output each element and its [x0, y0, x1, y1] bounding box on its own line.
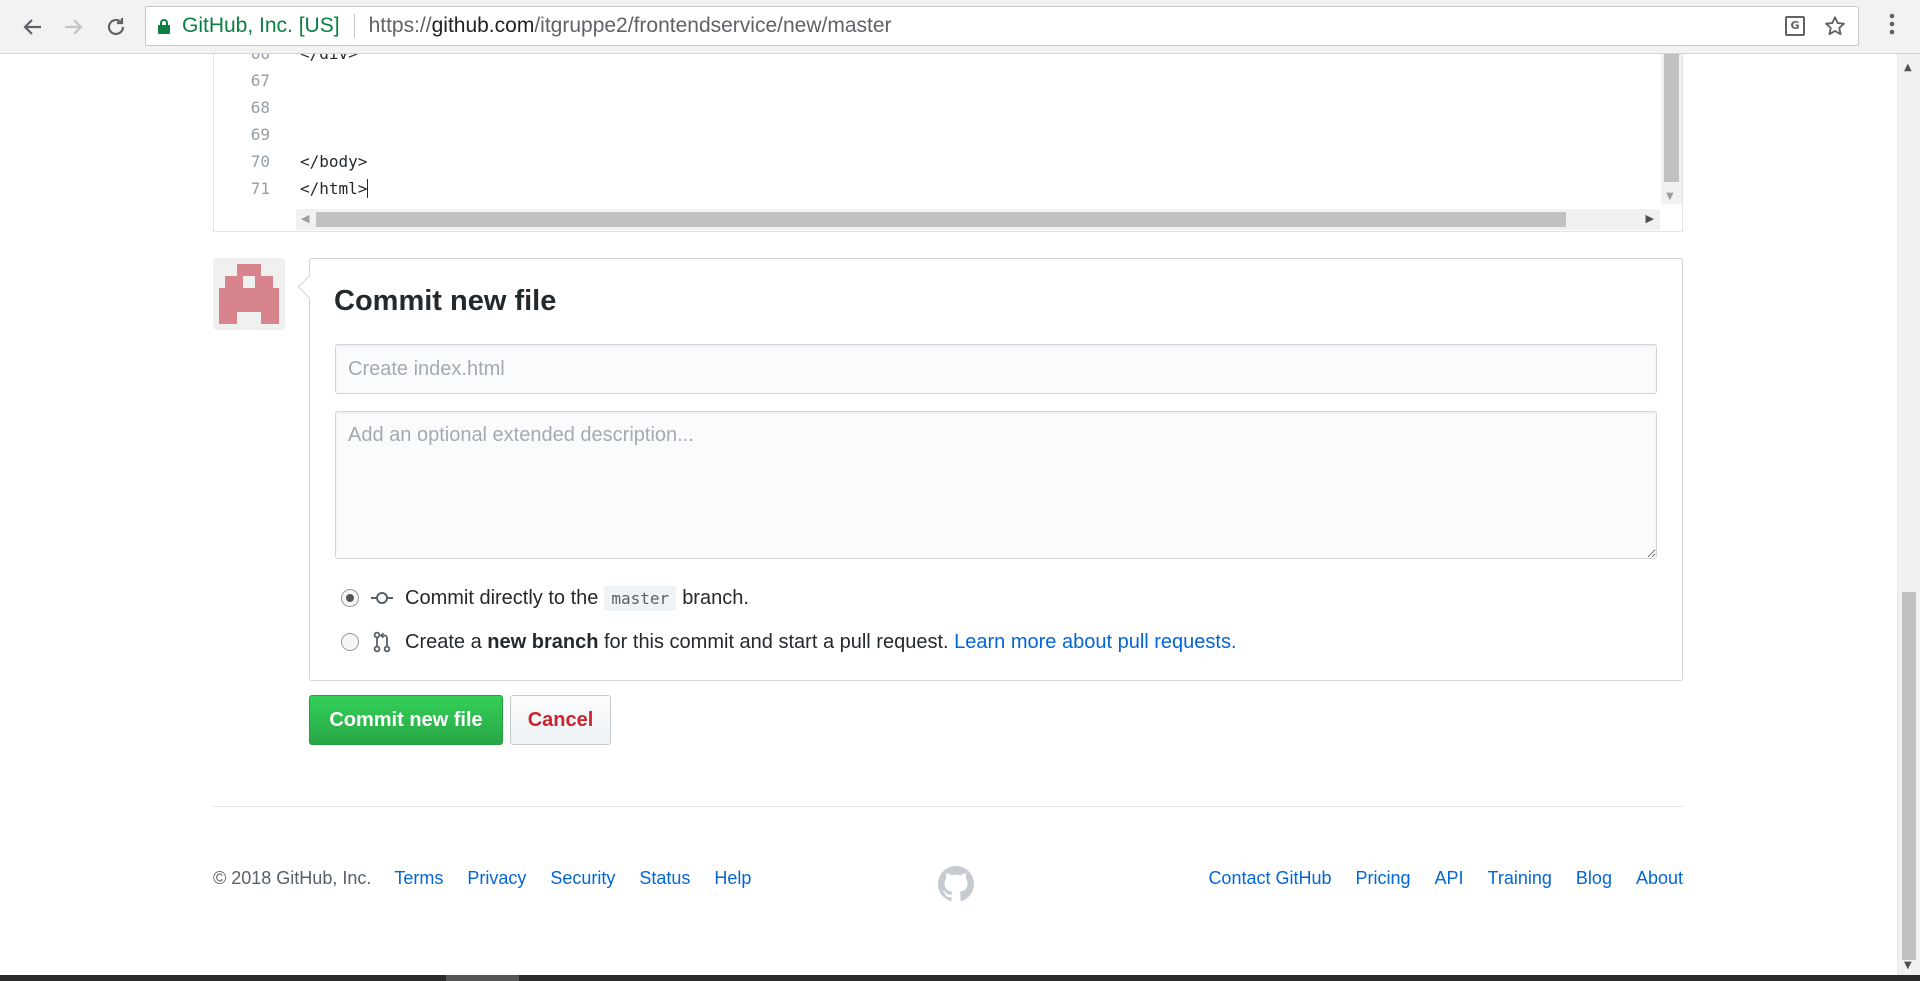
- line-code[interactable]: </div>: [300, 54, 358, 67]
- scroll-down-arrow-icon[interactable]: ▼: [1666, 191, 1674, 202]
- avatar-pixel: [261, 312, 279, 324]
- security-ev-label: GitHub, Inc. [US]: [182, 14, 340, 37]
- scrollbar-thumb[interactable]: [316, 212, 1566, 227]
- commit-new-branch-radio[interactable]: [341, 633, 359, 651]
- footer-link-help[interactable]: Help: [714, 868, 751, 889]
- avatar-pixel: [219, 312, 237, 324]
- line-number: 69: [250, 125, 270, 144]
- line-number: 68: [250, 98, 270, 117]
- taskbar-item[interactable]: [446, 975, 519, 981]
- commit-form: Commit new file Commit directly to thema…: [297, 258, 1683, 681]
- commit-direct-radio[interactable]: [341, 589, 359, 607]
- commit-direct-label: Commit directly to the master branch.: [405, 585, 749, 611]
- scroll-down-arrow-icon[interactable]: ▼: [1904, 960, 1912, 971]
- lock-icon: [158, 18, 170, 34]
- forward-button[interactable]: [57, 10, 91, 44]
- line-number: 67: [250, 71, 270, 90]
- line-number: 70: [250, 152, 270, 171]
- editor-vertical-scrollbar[interactable]: ▼: [1661, 54, 1682, 204]
- omnibox-separator: [353, 14, 355, 38]
- commit-description-input[interactable]: [335, 411, 1657, 559]
- scroll-right-arrow-icon[interactable]: ▶: [1646, 212, 1654, 225]
- url-text[interactable]: https://github.com/itgruppe2/frontendser…: [369, 14, 892, 38]
- code-line: 66 </div>: [214, 54, 1654, 67]
- avatar[interactable]: [213, 258, 285, 330]
- footer-link-terms[interactable]: Terms: [394, 868, 443, 889]
- footer-link-pricing[interactable]: Pricing: [1356, 868, 1411, 889]
- footer-link-security[interactable]: Security: [550, 868, 615, 889]
- scroll-left-arrow-icon[interactable]: ◀: [301, 212, 309, 225]
- footer-copyright: © 2018 GitHub, Inc.: [213, 868, 372, 888]
- cancel-button[interactable]: Cancel: [510, 695, 611, 745]
- code-line: 70 </body>: [214, 148, 1654, 175]
- footer-link-api[interactable]: API: [1435, 868, 1464, 889]
- address-bar[interactable]: GitHub, Inc. [US] https://github.com/itg…: [145, 6, 1859, 46]
- scroll-up-arrow-icon[interactable]: ▲: [1904, 62, 1912, 73]
- footer-link-privacy[interactable]: Privacy: [467, 868, 526, 889]
- footer-link-status[interactable]: Status: [639, 868, 690, 889]
- footer-link-about[interactable]: About: [1636, 868, 1683, 889]
- footer-link-blog[interactable]: Blog: [1576, 868, 1612, 889]
- avatar-pixel: [237, 264, 261, 276]
- page-vertical-scrollbar[interactable]: ▲ ▼: [1897, 54, 1920, 975]
- speech-pointer: [297, 275, 321, 299]
- reload-button[interactable]: [99, 10, 133, 44]
- commit-form-title: Commit new file: [334, 285, 557, 317]
- forward-arrow-icon: [65, 19, 83, 35]
- line-code[interactable]: </html>: [300, 175, 369, 202]
- commit-new-branch-option[interactable]: Create a new branch for this commit and …: [341, 627, 1237, 657]
- avatar-pixel: [219, 288, 279, 312]
- code-line: 68: [214, 94, 1654, 121]
- footer-left-links: © 2018 GitHub, Inc. Terms Privacy Securi…: [213, 868, 775, 889]
- line-code[interactable]: </body>: [300, 148, 367, 175]
- branch-name-pill: master: [604, 585, 677, 611]
- browser-menu-button[interactable]: [1882, 10, 1902, 44]
- line-number: 66: [214, 54, 270, 67]
- avatar-pixel: [255, 276, 273, 288]
- footer-link-training[interactable]: Training: [1488, 868, 1552, 889]
- bookmark-star-button[interactable]: [1822, 13, 1848, 39]
- avatar-pixel: [225, 276, 243, 288]
- scrollbar-thumb[interactable]: [1664, 54, 1679, 182]
- code-editor[interactable]: 66 </div> 67 68 69 70 </body> 71 </html>…: [213, 54, 1683, 232]
- scrollbar-thumb[interactable]: [1902, 592, 1916, 960]
- translate-icon: G: [1785, 16, 1805, 36]
- commit-direct-option[interactable]: Commit directly to the master branch.: [341, 583, 749, 613]
- translate-button[interactable]: G: [1782, 13, 1808, 39]
- code-line: 67: [214, 67, 1654, 94]
- git-pull-request-icon: [371, 631, 393, 653]
- back-arrow-icon: [23, 19, 41, 35]
- browser-toolbar: GitHub, Inc. [US] https://github.com/itg…: [0, 0, 1920, 54]
- kebab-menu-icon: [1889, 13, 1895, 35]
- editor-horizontal-scrollbar[interactable]: ◀ ▶: [296, 209, 1660, 230]
- commit-new-branch-label: Create a new branch for this commit and …: [405, 630, 1237, 653]
- footer-divider: [213, 806, 1683, 807]
- taskbar-edge: [0, 975, 1920, 981]
- reload-icon: [107, 18, 125, 36]
- code-line: 69: [214, 121, 1654, 148]
- star-icon: [1825, 16, 1845, 36]
- text-caret: [367, 179, 369, 198]
- github-mark-icon[interactable]: [938, 866, 974, 902]
- line-number: 71: [250, 179, 270, 198]
- back-button[interactable]: [15, 10, 49, 44]
- footer-link-contact[interactable]: Contact GitHub: [1208, 868, 1331, 889]
- commit-new-file-button[interactable]: Commit new file: [309, 695, 503, 745]
- commit-summary-input[interactable]: [335, 344, 1657, 394]
- footer-right-links: Contact GitHub Pricing API Training Blog…: [1184, 868, 1683, 889]
- git-commit-icon: [371, 587, 393, 609]
- code-line: 71 </html>: [214, 175, 1654, 202]
- learn-more-pull-requests-link[interactable]: Learn more about pull requests.: [954, 631, 1236, 653]
